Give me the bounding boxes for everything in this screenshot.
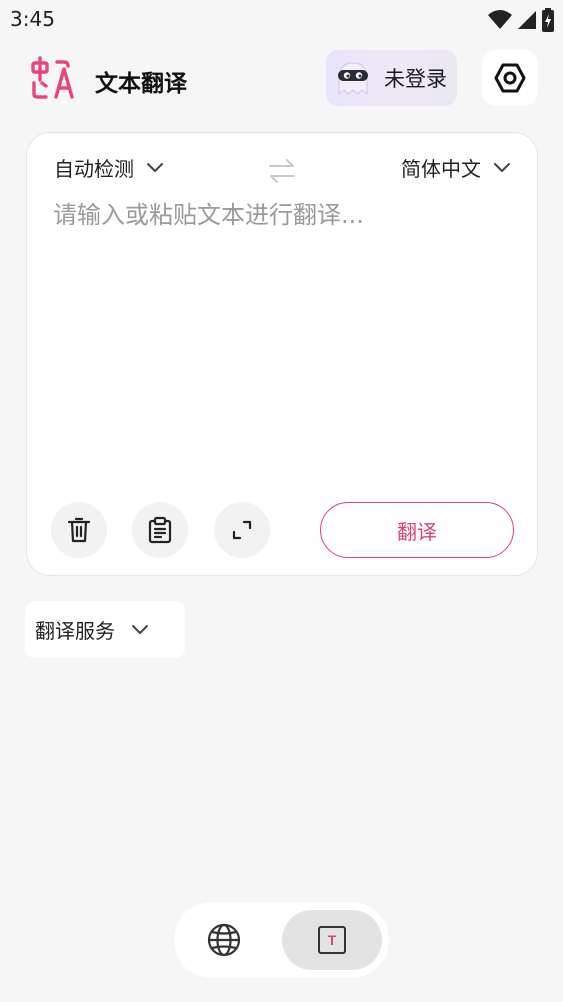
translate-button[interactable]: 翻译 — [320, 502, 514, 558]
source-text-input[interactable] — [53, 195, 513, 485]
translation-service-label: 翻译服务 — [35, 619, 115, 643]
status-bar: 3:45 — [0, 0, 563, 40]
source-language-select[interactable]: 自动检测 — [54, 153, 164, 182]
app-screen: 3:45 文本翻译 未登录 自动检测 简体中文 请输入或粘贴文本进行翻译... … — [0, 0, 563, 1002]
web-translate-icon — [207, 923, 241, 957]
clear-button[interactable] — [51, 502, 107, 558]
login-button[interactable]: 未登录 — [326, 50, 457, 106]
source-language-label: 自动检测 — [54, 157, 134, 181]
settings-button[interactable] — [482, 50, 538, 106]
app-title: 文本翻译 — [95, 71, 187, 97]
nav-text-translate[interactable]: T — [282, 910, 382, 970]
chevron-down-icon — [147, 162, 163, 172]
target-language-label: 简体中文 — [401, 157, 481, 181]
status-time: 3:45 — [10, 7, 55, 31]
paste-button[interactable] — [132, 502, 188, 558]
nav-web-translate[interactable] — [204, 920, 244, 960]
translator-card: 自动检测 简体中文 请输入或粘贴文本进行翻译... 翻译 — [26, 132, 538, 576]
expand-icon — [232, 520, 252, 540]
paste-icon — [148, 516, 172, 544]
chevron-down-icon — [132, 624, 148, 634]
translate-logo-icon — [31, 56, 74, 99]
chevron-down-icon — [494, 162, 510, 172]
login-label: 未登录 — [384, 67, 447, 91]
language-row: 自动检测 简体中文 — [27, 153, 537, 189]
app-header: 文本翻译 未登录 — [0, 48, 563, 108]
ghost-avatar-icon — [338, 62, 368, 96]
cellular-signal-icon — [518, 11, 536, 29]
settings-icon — [494, 63, 526, 93]
translation-service-select[interactable]: 翻译服务 — [25, 601, 185, 658]
text-translate-icon: T — [318, 926, 346, 954]
target-language-select[interactable]: 简体中文 — [401, 153, 511, 182]
expand-button[interactable] — [214, 502, 270, 558]
wifi-icon — [488, 10, 512, 29]
delete-icon — [67, 517, 91, 543]
bottom-nav: T — [174, 902, 389, 978]
battery-charging-icon — [542, 8, 554, 32]
status-icons — [487, 8, 555, 32]
swap-languages-icon[interactable] — [267, 156, 297, 186]
